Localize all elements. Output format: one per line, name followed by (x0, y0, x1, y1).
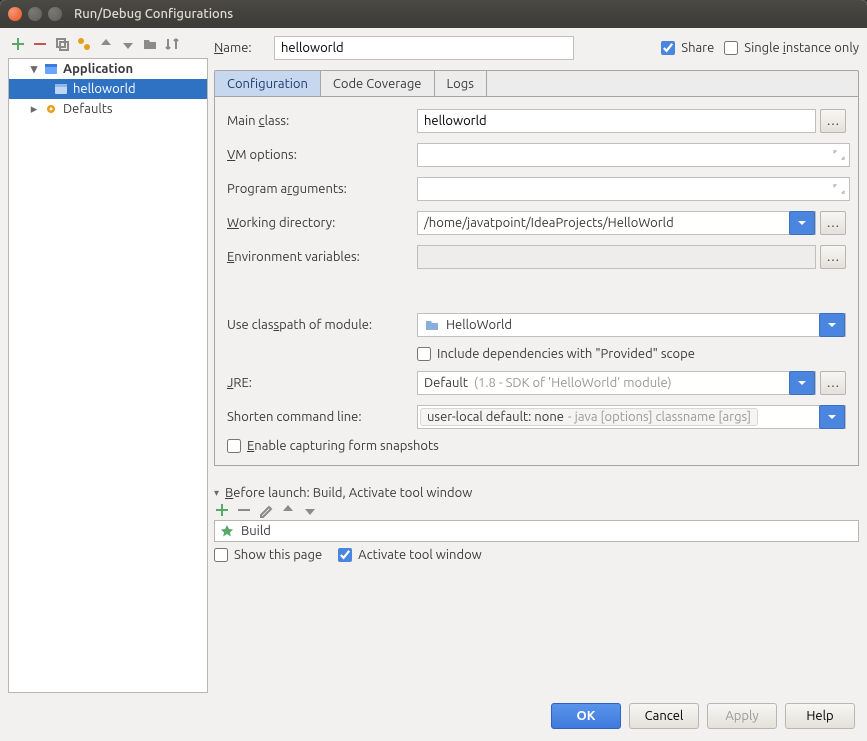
body: ▾ Application helloworld ▸ (0, 28, 867, 741)
tree-node-defaults[interactable]: ▸ Defaults (9, 99, 207, 119)
cancel-button[interactable]: Cancel (629, 703, 699, 729)
program-args-input[interactable] (417, 177, 850, 201)
browse-jre-button[interactable]: … (820, 371, 846, 395)
chevron-right-icon: ▸ (29, 102, 39, 117)
name-input[interactable] (274, 36, 574, 60)
before-launch-options: Show this page Activate tool window (214, 542, 859, 562)
add-task-icon[interactable] (214, 502, 230, 518)
remove-task-icon[interactable] (236, 502, 252, 518)
module-icon (424, 317, 440, 333)
build-icon (219, 523, 235, 539)
show-page-checkbox[interactable]: Show this page (214, 548, 322, 562)
env-vars-label: Environment variables: (227, 250, 407, 264)
single-instance-label: Single instance only (744, 41, 859, 55)
before-launch-toolbar (214, 500, 859, 520)
classpath-value: HelloWorld (446, 318, 512, 332)
tree-node-helloworld[interactable]: helloworld (9, 79, 207, 99)
activate-tool-label: Activate tool window (358, 548, 482, 562)
jre-combo[interactable]: Default (1.8 - SDK of 'HelloWorld' modul… (417, 371, 816, 395)
vm-options-input[interactable] (417, 143, 850, 167)
shorten-value: user-local default: none (427, 410, 564, 424)
left-pane: ▾ Application helloworld ▸ (8, 34, 208, 693)
classpath-label: Use classpath of module: (227, 318, 407, 332)
sort-icon[interactable] (164, 36, 180, 52)
window: Run/Debug Configurations (0, 0, 867, 741)
chevron-down-icon[interactable] (819, 405, 845, 429)
tree-node-label: Defaults (63, 102, 113, 116)
vm-options-label: VM options: (227, 148, 407, 162)
browse-workdir-button[interactable]: … (820, 211, 846, 235)
before-launch-header[interactable]: ▾ Before launch: Build, Activate tool wi… (214, 486, 859, 500)
tab-strip: Configuration Code Coverage Logs (214, 70, 859, 96)
tab-configuration[interactable]: Configuration (215, 71, 321, 96)
chevron-down-icon[interactable] (819, 313, 845, 337)
ok-button[interactable]: OK (551, 703, 621, 729)
tab-code-coverage[interactable]: Code Coverage (321, 71, 435, 96)
folder-icon[interactable] (142, 36, 158, 52)
browse-env-button[interactable]: … (820, 245, 846, 269)
shorten-label: Shorten command line: (227, 410, 407, 424)
application-icon (53, 81, 69, 97)
help-button[interactable]: Help (785, 703, 855, 729)
chevron-down-icon: ▾ (29, 62, 39, 77)
build-item-label: Build (241, 524, 271, 538)
env-vars-input[interactable] (417, 245, 816, 269)
dialog-footer: OK Cancel Apply Help (0, 693, 867, 741)
main-class-label: Main class: (227, 114, 407, 128)
tab-logs[interactable]: Logs (435, 71, 487, 96)
working-dir-label: Working directory: (227, 216, 407, 230)
copy-config-icon[interactable] (54, 36, 70, 52)
chevron-down-icon[interactable] (789, 371, 815, 395)
minimize-icon[interactable] (28, 7, 42, 21)
edit-defaults-icon[interactable] (76, 36, 92, 52)
titlebar: Run/Debug Configurations (0, 0, 867, 28)
chevron-down-icon: ▾ (214, 487, 219, 499)
tree-node-label: helloworld (73, 82, 136, 96)
browse-main-class-button[interactable]: … (820, 109, 846, 133)
single-instance-checkbox[interactable]: Single instance only (724, 41, 859, 55)
add-config-icon[interactable] (10, 36, 26, 52)
activate-tool-checkbox[interactable]: Activate tool window (338, 548, 482, 562)
configuration-panel: Main class: … VM options: (214, 96, 859, 466)
program-args-label: Program arguments: (227, 182, 407, 196)
config-tree[interactable]: ▾ Application helloworld ▸ (8, 58, 208, 693)
working-dir-combo[interactable]: /home/javatpoint/IdeaProjects/HelloWorld (417, 211, 816, 235)
name-label: Name: (214, 41, 264, 55)
maximize-icon[interactable] (48, 7, 62, 21)
right-pane: Name: Share Single instance only Configu… (214, 34, 859, 693)
apply-button[interactable]: Apply (707, 703, 777, 729)
share-label: Share (681, 41, 714, 55)
move-down-icon[interactable] (302, 502, 318, 518)
tree-node-application[interactable]: ▾ Application (9, 59, 207, 79)
edit-task-icon[interactable] (258, 502, 274, 518)
snapshots-label: Enable capturing form snapshots (247, 439, 439, 453)
snapshots-checkbox[interactable]: Enable capturing form snapshots (227, 439, 846, 453)
tree-toolbar (8, 34, 208, 58)
gear-icon (43, 101, 59, 117)
jre-value: Default (424, 376, 468, 390)
shorten-combo[interactable]: user-local default: none - java [options… (417, 405, 846, 429)
application-icon (43, 61, 59, 77)
jre-hint: (1.8 - SDK of 'HelloWorld' module) (474, 376, 672, 390)
classpath-combo[interactable]: HelloWorld (417, 313, 846, 337)
show-page-label: Show this page (234, 548, 322, 562)
include-provided-checkbox[interactable]: Include dependencies with "Provided" sco… (417, 347, 695, 361)
include-provided-label: Include dependencies with "Provided" sco… (437, 347, 695, 361)
working-dir-value: /home/javatpoint/IdeaProjects/HelloWorld (418, 216, 789, 230)
remove-config-icon[interactable] (32, 36, 48, 52)
share-checkbox[interactable]: Share (661, 41, 714, 55)
name-row: Name: Share Single instance only (214, 34, 859, 70)
move-down-icon[interactable] (120, 36, 136, 52)
window-title: Run/Debug Configurations (74, 7, 233, 21)
move-up-icon[interactable] (280, 502, 296, 518)
before-launch-list[interactable]: Build (214, 520, 859, 542)
chevron-down-icon[interactable] (789, 211, 815, 235)
jre-label: JRE: (227, 376, 407, 390)
window-controls (8, 7, 62, 21)
main-class-input[interactable] (417, 109, 816, 133)
close-icon[interactable] (8, 7, 22, 21)
move-up-icon[interactable] (98, 36, 114, 52)
tree-node-label: Application (63, 62, 133, 76)
shorten-hint: - java [options] classname [args] (568, 410, 751, 424)
